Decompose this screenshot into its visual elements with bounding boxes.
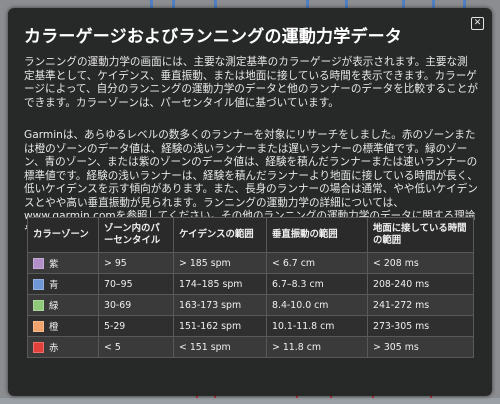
contact-cell: < 208 ms: [367, 252, 474, 274]
table-row: 緑 30-69 163-173 spm 8.4-10.0 cm 241-272 …: [27, 294, 474, 316]
vertical-cell: 8.4-10.0 cm: [266, 294, 368, 316]
percentile-cell: < 5: [98, 336, 174, 358]
header-zone: カラーゾーン: [27, 217, 99, 253]
table-row: 紫 > 95 > 185 spm < 6.7 cm < 208 ms: [27, 252, 474, 274]
zone-cell: 紫: [27, 252, 99, 274]
cadence-cell: < 151 spm: [173, 336, 267, 358]
vertical-cell: 6.7–8.3 cm: [266, 273, 368, 295]
cadence-cell: 151-162 spm: [173, 315, 267, 337]
cadence-cell: 163-173 spm: [173, 294, 267, 316]
contact-cell: 273-305 ms: [367, 315, 474, 337]
color-swatch-icon: [33, 299, 44, 311]
table-header-row: カラーゾーン ゾーン内のパーセンタイル ケイデンスの範囲 垂直振動の範囲 地面に…: [27, 217, 474, 253]
color-swatch-icon: [33, 320, 44, 332]
header-cadence: ケイデンスの範囲: [173, 217, 267, 253]
color-swatch-icon: [33, 278, 44, 290]
info-dialog: ✕ カラーゲージおよびランニングの運動力学データ ランニングの運動力学の画面には…: [8, 8, 492, 396]
zone-table: カラーゾーン ゾーン内のパーセンタイル ケイデンスの範囲 垂直振動の範囲 地面に…: [27, 217, 474, 358]
vertical-cell: > 11.8 cm: [266, 336, 368, 358]
table-row: 橙 5-29 151-162 spm 10.1-11.8 cm 273-305 …: [27, 315, 474, 337]
vertical-cell: < 6.7 cm: [266, 252, 368, 274]
cadence-cell: > 185 spm: [173, 252, 267, 274]
table-row: 青 70–95 174–185 spm 6.7–8.3 cm 208-240 m…: [27, 273, 474, 295]
percentile-cell: 30-69: [98, 294, 174, 316]
header-contact-time: 地面に接している時間の範囲: [367, 217, 474, 253]
table-row: 赤 < 5 < 151 spm > 11.8 cm > 305 ms: [27, 336, 474, 358]
cadence-cell: 174–185 spm: [173, 273, 267, 295]
close-icon[interactable]: ✕: [471, 17, 484, 30]
vertical-cell: 10.1-11.8 cm: [266, 315, 368, 337]
zone-cell: 緑: [27, 294, 99, 316]
color-swatch-icon: [33, 257, 44, 269]
color-swatch-icon: [33, 341, 44, 353]
header-percentile: ゾーン内のパーセンタイル: [98, 217, 174, 253]
contact-cell: > 305 ms: [367, 336, 474, 358]
dialog-title: カラーゲージおよびランニングの運動力学データ: [24, 27, 403, 47]
contact-cell: 241-272 ms: [367, 294, 474, 316]
intro-paragraph: ランニングの運動力学の画面には、主要な測定基準のカラーゲージが表示されます。主要…: [24, 56, 478, 109]
contact-cell: 208-240 ms: [367, 273, 474, 295]
percentile-cell: 5-29: [98, 315, 174, 337]
header-vertical: 垂直振動の範囲: [266, 217, 368, 253]
zone-cell: 青: [27, 273, 99, 295]
percentile-cell: > 95: [98, 252, 174, 274]
percentile-cell: 70–95: [98, 273, 174, 295]
zone-cell: 赤: [27, 336, 99, 358]
zone-cell: 橙: [27, 315, 99, 337]
